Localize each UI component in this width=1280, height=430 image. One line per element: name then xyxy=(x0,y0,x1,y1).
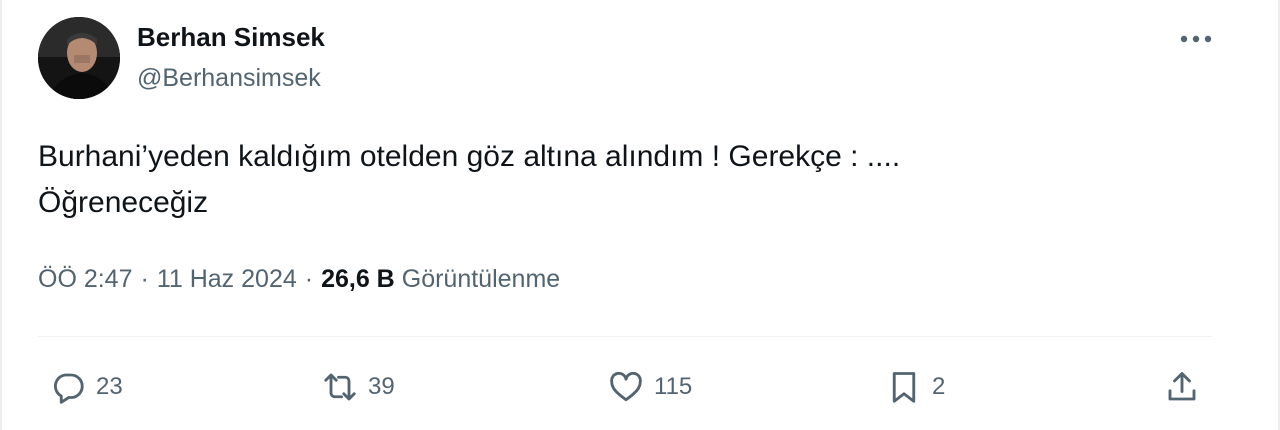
divider xyxy=(38,336,1212,337)
reply-count: 23 xyxy=(96,373,123,400)
tweet-time[interactable]: ÖÖ 2:47 xyxy=(38,265,133,294)
retweet-button[interactable]: 39 xyxy=(322,364,395,410)
reply-button[interactable]: 23 xyxy=(50,364,123,410)
meta-separator: · xyxy=(140,265,149,293)
bookmark-icon xyxy=(892,372,916,403)
share-icon xyxy=(1168,372,1196,401)
avatar[interactable] xyxy=(38,17,120,99)
tweet-meta: ÖÖ 2:47 · 11 Haz 2024 · 26,6 B Görüntüle… xyxy=(38,265,560,294)
avatar-image xyxy=(38,17,120,99)
more-horizontal-icon xyxy=(1180,35,1212,43)
tweet-text-line: Öğreneceğiz xyxy=(38,186,209,219)
bookmark-button[interactable]: 2 xyxy=(886,364,945,410)
views-count[interactable]: 26,6 B xyxy=(321,265,395,294)
tweet-text: Burhani’yeden kaldığım otelden göz altın… xyxy=(38,134,1238,226)
meta-separator: · xyxy=(304,265,314,293)
author-handle[interactable]: @Berhansimsek xyxy=(137,64,321,93)
like-count: 115 xyxy=(654,373,693,400)
author-name[interactable]: Berhan Simsek xyxy=(137,22,325,53)
more-options-button[interactable] xyxy=(1174,24,1218,54)
retweet-count: 39 xyxy=(368,373,395,400)
reply-icon xyxy=(53,373,84,404)
views-label: Görüntülenme xyxy=(401,265,561,293)
heart-icon xyxy=(610,371,642,402)
retweet-icon xyxy=(324,373,356,401)
share-button[interactable] xyxy=(1164,364,1210,410)
tweet-date[interactable]: 11 Haz 2024 xyxy=(157,265,297,294)
bookmark-count: 2 xyxy=(932,373,946,400)
tweet-text-line: Burhani’yeden kaldığım otelden göz altın… xyxy=(38,140,901,173)
like-button[interactable]: 115 xyxy=(608,364,692,410)
tweet-card: Berhan Simsek @Berhansimsek Burhani’yede… xyxy=(0,0,1280,430)
